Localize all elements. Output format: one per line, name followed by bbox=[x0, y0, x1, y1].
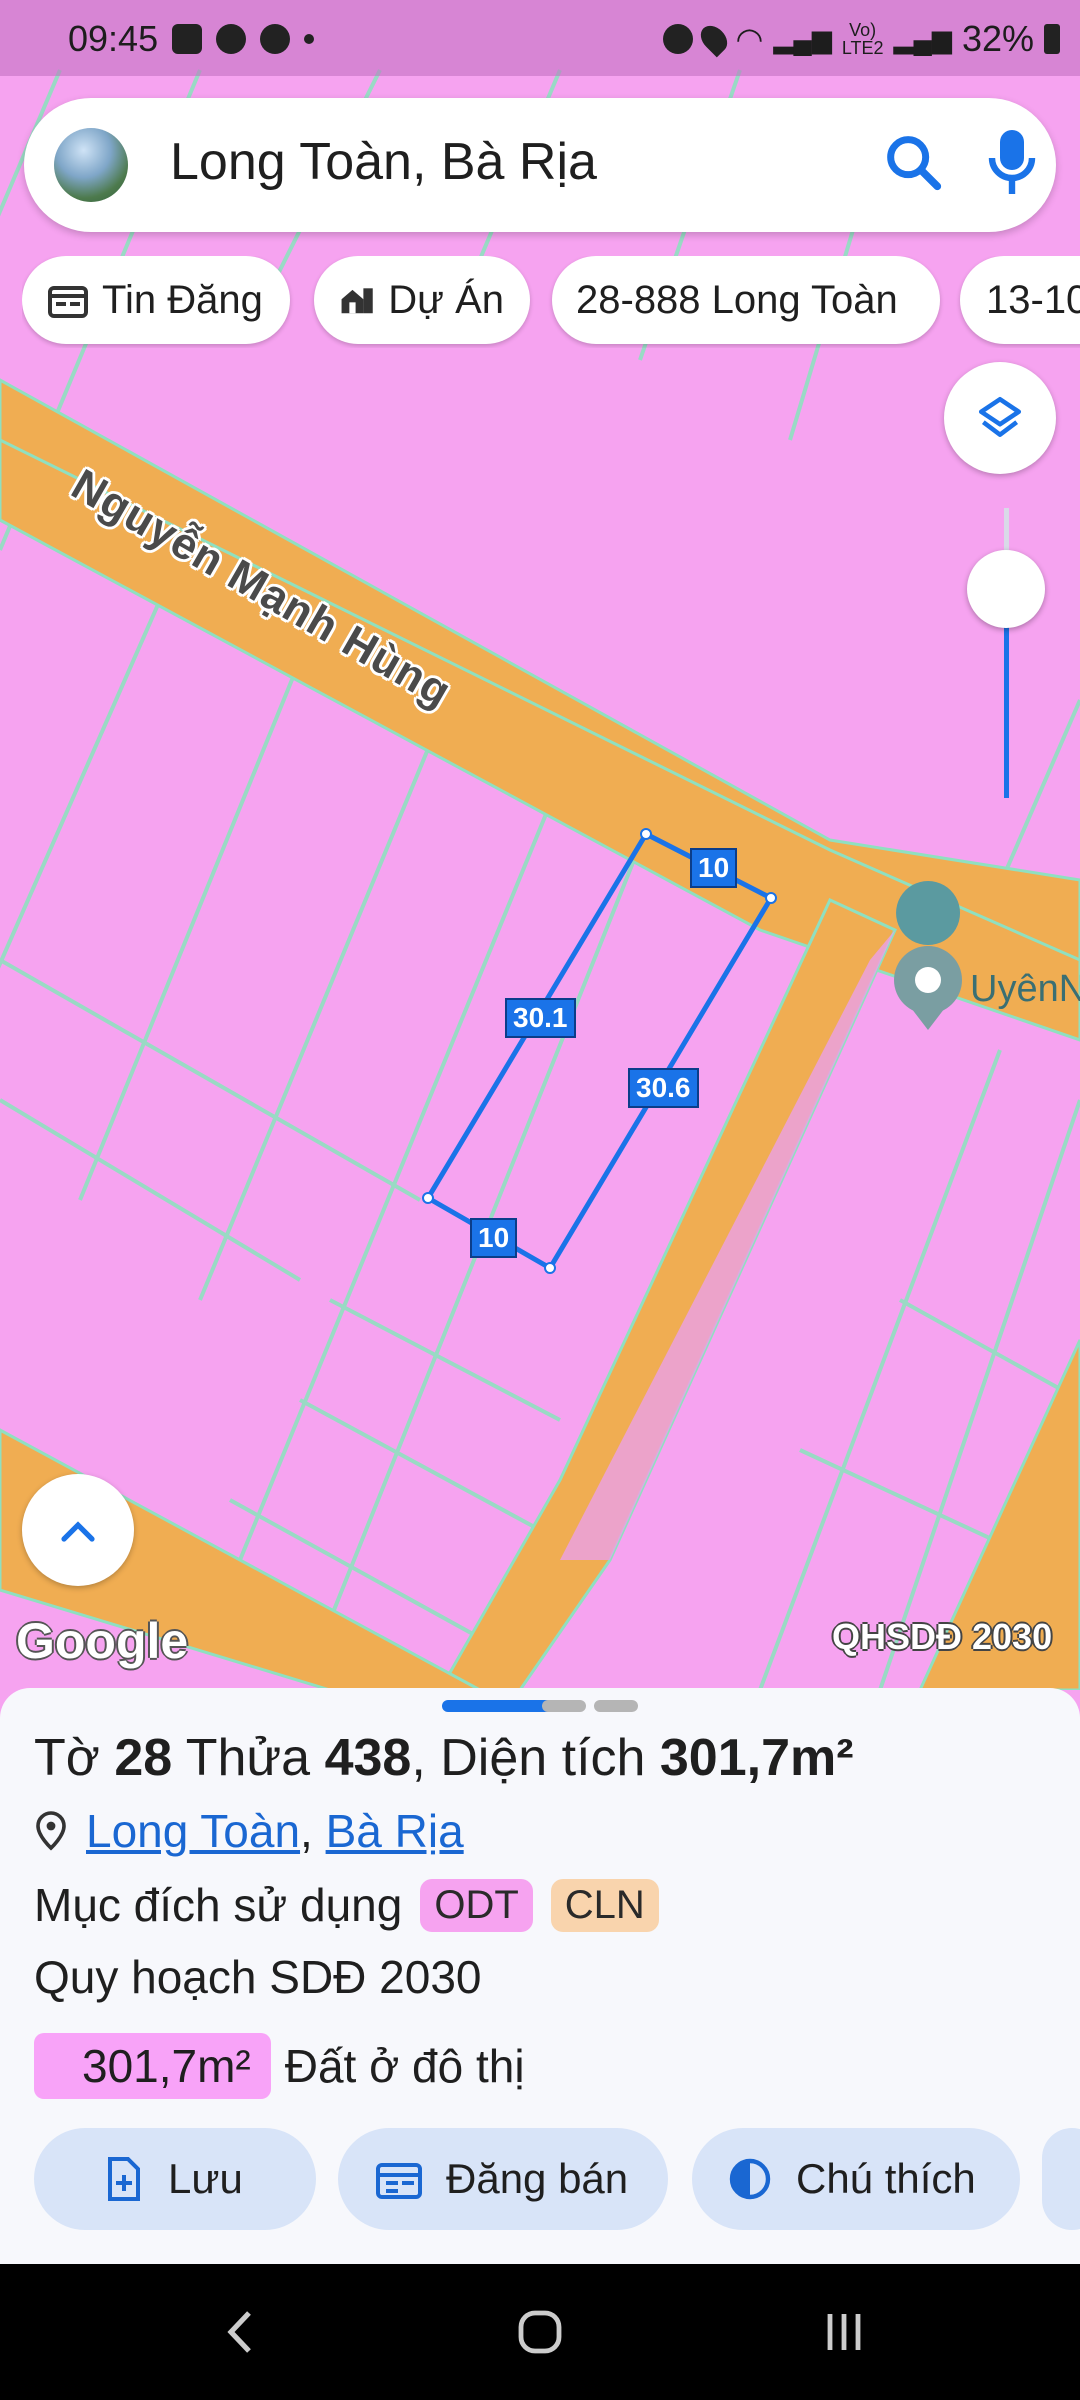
legend-button-label: Chú thích bbox=[796, 2155, 976, 2202]
signal-icon: ▂▄▆ bbox=[893, 23, 952, 54]
gallery-icon bbox=[172, 24, 203, 54]
chip-label: 13-10 bbox=[986, 277, 1080, 322]
land-use-badge-odt[interactable]: ODT bbox=[420, 1878, 533, 1932]
home-icon[interactable] bbox=[500, 2264, 580, 2400]
dimension-label-left: 30.1 bbox=[505, 998, 576, 1038]
alarm-icon bbox=[663, 24, 694, 54]
dimension-label-top: 10 bbox=[690, 848, 738, 888]
parcel-title: Tờ 28 Thửa 438, Diện tích 301,7m² bbox=[34, 1729, 854, 1787]
map-canvas[interactable] bbox=[0, 0, 1080, 1690]
chip-parcel[interactable]: 28-888 Long Toàn bbox=[552, 256, 940, 344]
more-action-button[interactable] bbox=[1042, 2128, 1080, 2230]
post-listing-button[interactable]: Đăng bán bbox=[338, 2128, 668, 2230]
signal-icon: ▂▄▆ bbox=[773, 23, 832, 54]
back-icon[interactable] bbox=[200, 2264, 280, 2400]
location-link-city[interactable]: Bà Rịa bbox=[326, 1804, 464, 1858]
legend-button[interactable]: Chú thích bbox=[692, 2128, 1020, 2230]
chevron-up-icon bbox=[61, 1521, 95, 1542]
contrast-icon bbox=[729, 2158, 771, 2200]
layer-name-label: QHSDĐ 2030 bbox=[832, 1616, 1053, 1657]
layers-icon bbox=[978, 396, 1022, 437]
network-type: LTE2 bbox=[841, 38, 884, 58]
chip-parcel-2[interactable]: 13-10 bbox=[960, 256, 1080, 344]
recents-icon[interactable] bbox=[804, 2264, 884, 2400]
layers-button[interactable] bbox=[944, 362, 1056, 474]
plan-label: Quy hoạch SDĐ 2030 bbox=[34, 1951, 482, 2003]
chip-label: 28-888 Long Toàn bbox=[576, 277, 898, 322]
system-nav-bar bbox=[0, 2264, 1080, 2400]
chip-du-an[interactable]: Dự Án bbox=[314, 256, 530, 344]
status-bar: 09:45 ◠ ▂▄▆ Vo) LTE2 ▂▄▆ 32% bbox=[0, 0, 1080, 76]
location-icon bbox=[696, 20, 733, 58]
parcel-location: Long Toàn, Bà Rịa bbox=[34, 1804, 464, 1858]
location-link-ward[interactable]: Long Toàn bbox=[86, 1804, 300, 1858]
sheet-page-dot bbox=[594, 1700, 638, 1712]
dimension-label-right: 30.6 bbox=[628, 1068, 699, 1108]
land-use-badge-cln[interactable]: CLN bbox=[550, 1878, 659, 1932]
plan-area-value: 301,7m² bbox=[34, 2033, 271, 2099]
chip-label: Tin Đăng bbox=[102, 277, 263, 322]
post-listing-label: Đăng bán bbox=[446, 2155, 629, 2202]
battery-icon bbox=[1044, 24, 1060, 54]
app-avatar-icon[interactable] bbox=[54, 128, 128, 202]
location-pin-icon bbox=[36, 1811, 66, 1851]
battery-level: 32% bbox=[961, 18, 1034, 59]
save-button-label: Lưu bbox=[168, 2155, 243, 2202]
wifi-icon: ◠ bbox=[735, 21, 764, 57]
search-input[interactable]: Long Toàn, Bà Rịa bbox=[170, 132, 597, 192]
poi-label[interactable]: UyênN bbox=[970, 968, 1080, 1011]
search-icon[interactable] bbox=[879, 128, 949, 198]
map-graphics bbox=[0, 0, 1080, 1690]
sheet-page-dot bbox=[542, 1700, 586, 1712]
search-bar[interactable]: Long Toàn, Bà Rịa bbox=[24, 98, 1056, 232]
plan-use-label: Đất ở đô thị bbox=[284, 2040, 525, 2092]
status-time: 09:45 bbox=[68, 18, 159, 59]
location-separator: , bbox=[300, 1805, 313, 1857]
land-use-label: Mục đích sử dụng bbox=[34, 1879, 403, 1931]
chip-label: Dự Án bbox=[388, 277, 504, 322]
facebook-icon bbox=[260, 24, 291, 54]
filter-chips: Tin Đăng Dự Án 28-888 Long Toàn 13-10 bbox=[22, 256, 1080, 348]
volte-icon: Vo) LTE2 bbox=[841, 20, 884, 58]
building-icon bbox=[341, 288, 373, 314]
plan-area-row: 301,7m² Đất ở đô thị bbox=[34, 2033, 525, 2099]
calendar-icon bbox=[48, 286, 88, 318]
save-file-icon bbox=[108, 2157, 140, 2201]
chip-tin-dang[interactable]: Tin Đăng bbox=[22, 256, 290, 344]
save-button[interactable]: Lưu bbox=[34, 2128, 316, 2230]
mic-icon[interactable] bbox=[984, 126, 1040, 202]
dot-icon bbox=[304, 34, 315, 44]
facebook-icon bbox=[216, 24, 247, 54]
google-logo: Google bbox=[16, 1613, 189, 1669]
dimension-label-bottom: 10 bbox=[470, 1218, 518, 1258]
zoom-slider-handle[interactable] bbox=[967, 550, 1045, 628]
expand-up-button[interactable] bbox=[22, 1474, 134, 1586]
land-use-row: Mục đích sử dụng ODT CLN bbox=[34, 1878, 659, 1932]
listing-icon bbox=[376, 2163, 422, 2199]
